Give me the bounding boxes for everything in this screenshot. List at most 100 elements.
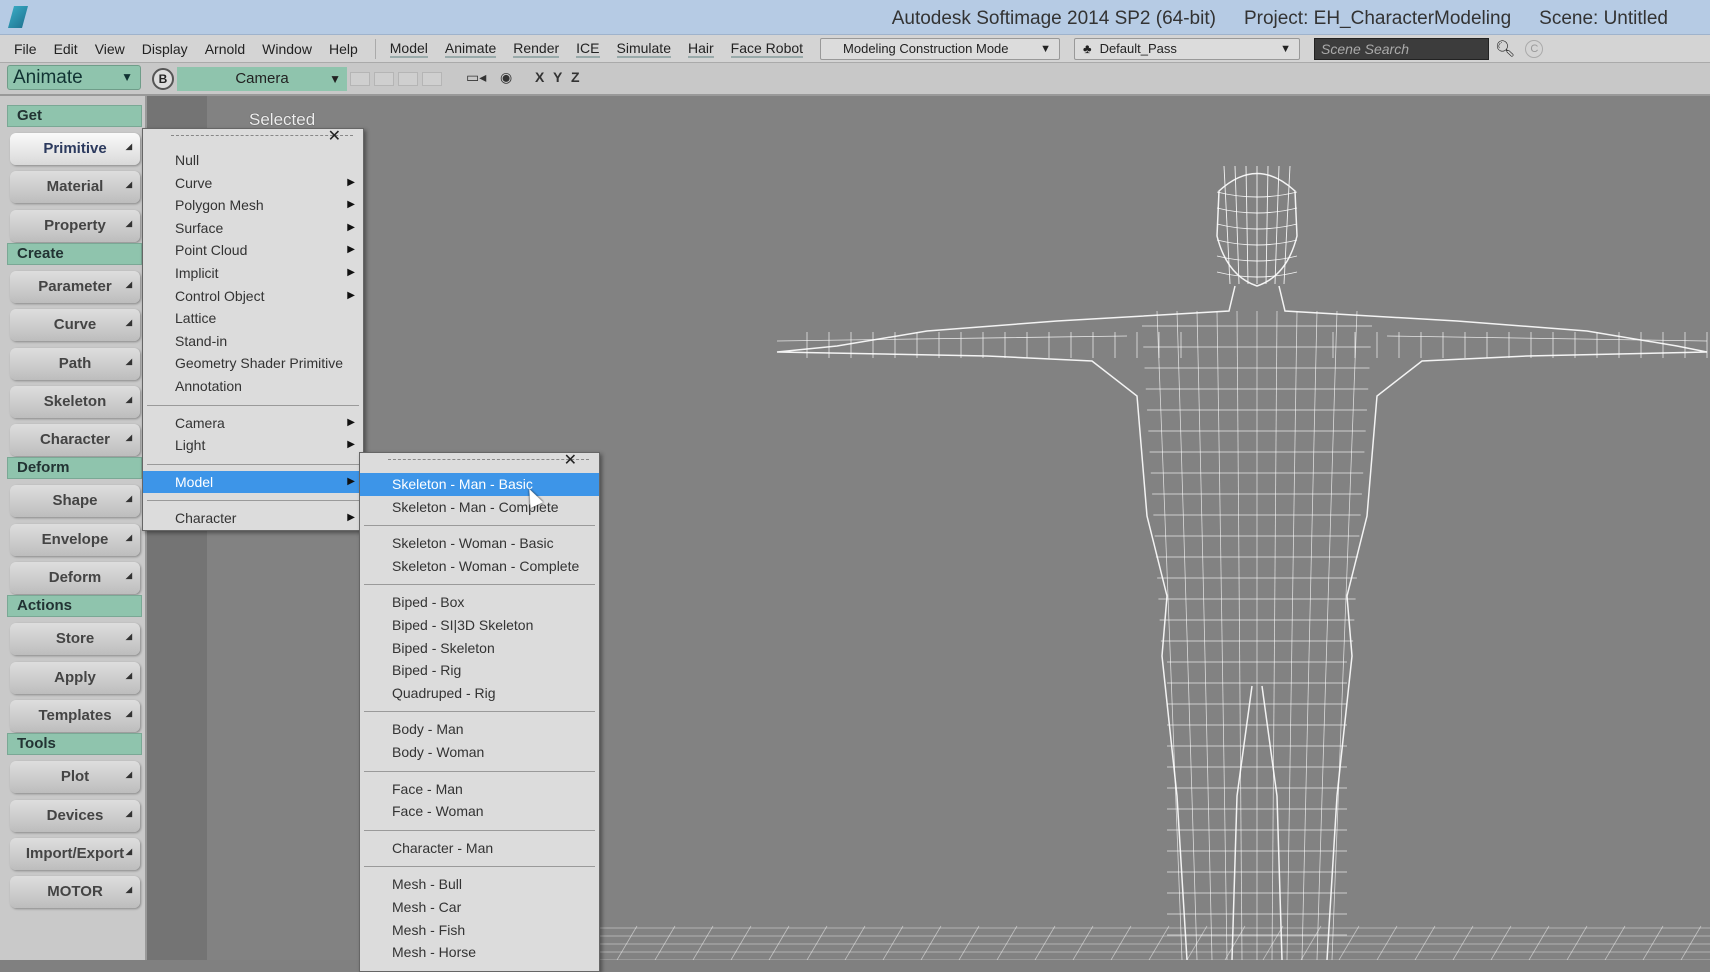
sidebar-button-property[interactable]: Property ◢ [10,209,140,242]
menu-item-polygon-mesh[interactable]: Polygon Mesh ▶ [143,194,363,217]
menu-item-implicit[interactable]: Implicit ▶ [143,262,363,285]
wireframe-line [1234,165,1240,285]
search-icon[interactable]: 🔍︎ [1495,39,1515,59]
wireframe-line [654,925,676,960]
sidebar-button-label: Skeleton [43,392,107,410]
menu-item-null[interactable]: Null [143,149,363,172]
toolbar-slot[interactable] [374,72,394,86]
menu-item-light[interactable]: Light ▶ [143,434,363,457]
corner-triangle-icon: ◢ [125,394,132,404]
clear-search-icon[interactable]: C [1525,39,1544,58]
menu-item-curve[interactable]: Curve ▶ [143,172,363,195]
menu-item-character-man[interactable]: Character - Man [360,837,599,860]
sidebar-button-plot[interactable]: Plot ◢ [10,761,140,794]
sidebar-button-import-export[interactable]: Import/Export ◢ [10,837,140,870]
menu-item-skeleton-woman-basic[interactable]: Skeleton - Woman - Basic [360,532,599,555]
pass-dropdown[interactable]: ♣ Default_Pass ▼ [1074,37,1301,60]
sidebar-button-deform[interactable]: Deform ◢ [10,562,140,594]
menu-item-surface[interactable]: Surface ▶ [143,217,363,240]
menu-item-skeleton-man-complete[interactable]: Skeleton - Man - Complete [360,496,599,519]
menu-item-body-man[interactable]: Body - Man [360,718,599,741]
sidebar-button-templates[interactable]: Templates ◢ [10,699,140,732]
menu-arnold[interactable]: Arnold [205,41,245,57]
sidebar-button-apply[interactable]: Apply ◢ [10,661,140,694]
menu-item-model[interactable]: Model ▶ [143,470,363,494]
axis-x-toggle[interactable]: X [535,69,544,85]
toolbar-slot[interactable] [422,72,442,86]
sidebar-button-skeleton[interactable]: Skeleton ◢ [10,385,140,418]
menu-view[interactable]: View [95,41,125,57]
menu-item-label: Mesh - Bull [392,876,463,893]
menu-item-mesh-horse[interactable]: Mesh - Horse [360,941,599,964]
menu-item-mesh-car[interactable]: Mesh - Car [360,896,599,919]
menu-item-biped-rig[interactable]: Biped - Rig [360,659,599,682]
module-animate[interactable]: Animate [444,40,497,58]
sidebar-button-curve[interactable]: Curve ◢ [10,309,140,342]
menu-item-skeleton-woman-complete[interactable]: Skeleton - Woman - Complete [360,555,599,578]
menu-item-control-object[interactable]: Control Object ▶ [143,285,363,308]
toolbar-slot[interactable] [398,72,418,86]
video-camera-icon[interactable]: ▭◂ [466,69,486,86]
menu-item-geometry-shader-primitive[interactable]: Geometry Shader Primitive [143,352,363,375]
wireframe-line [768,925,790,960]
menu-item-point-cloud[interactable]: Point Cloud ▶ [143,239,363,262]
menu-file[interactable]: File [14,41,37,57]
scene-search-input[interactable]: Scene Search [1314,37,1490,60]
close-icon[interactable]: ✕ [564,453,577,470]
menu-item-biped-skeleton[interactable]: Biped - Skeleton [360,637,599,660]
menu-item-mesh-fish[interactable]: Mesh - Fish [360,919,599,942]
sidebar-button-devices[interactable]: Devices ◢ [10,799,140,832]
sidebar-button-motor[interactable]: MOTOR ◢ [10,876,140,909]
menu-item-skeleton-man-basic[interactable]: Skeleton - Man - Basic [360,473,599,496]
menu-item-biped-box[interactable]: Biped - Box [360,591,599,614]
menu-edit[interactable]: Edit [54,41,78,57]
corner-triangle-icon: ◢ [125,494,132,504]
sidebar-button-primitive[interactable]: Primitive ◢ [10,133,140,165]
menu-item-lattice[interactable]: Lattice [143,307,363,330]
menu-separator [364,770,595,772]
menu-item-biped-si-3d-skeleton[interactable]: Biped - SI|3D Skeleton [360,614,599,637]
module-ice[interactable]: ICE [576,40,600,58]
axis-z-toggle[interactable]: Z [571,69,580,85]
module-simulate[interactable]: Simulate [616,40,671,58]
axis-y-toggle[interactable]: Y [553,69,562,85]
sidebar-button-shape[interactable]: Shape ◢ [10,485,140,518]
menu-separator [364,584,595,586]
corner-triangle-icon: ◢ [125,433,132,443]
menu-item-body-woman[interactable]: Body - Woman [360,741,599,764]
menu-item-camera[interactable]: Camera ▶ [143,412,363,435]
corner-triangle-icon: ◢ [125,318,132,328]
menu-help[interactable]: Help [329,41,358,57]
sidebar-button-path[interactable]: Path ◢ [10,347,140,380]
module-hair[interactable]: Hair [687,40,714,58]
submenu-arrow-icon: ▶ [347,512,355,524]
menu-item-face-man[interactable]: Face - Man [360,778,599,801]
sidebar-button-label: MOTOR [47,883,103,901]
camera-b-button[interactable]: B [152,68,174,90]
menu-item-stand-in[interactable]: Stand-in [143,330,363,353]
menu-item-annotation[interactable]: Annotation [143,375,363,398]
sidebar-button-parameter[interactable]: Parameter ◢ [10,270,140,303]
sidebar-button-character[interactable]: Character ◢ [10,424,140,457]
construction-mode-dropdown[interactable]: Modeling Construction Mode ▼ [820,37,1061,60]
sidebar-button-material[interactable]: Material ◢ [10,171,140,204]
menu-item-character[interactable]: Character ▶ [143,507,363,530]
menu-item-quadruped-rig[interactable]: Quadruped - Rig [360,682,599,705]
camera-dropdown[interactable]: Camera ▼ [177,67,347,91]
tear-off-handle[interactable]: ✕ [388,453,589,473]
module-render[interactable]: Render [513,40,560,58]
sidebar-button-store[interactable]: Store ◢ [10,623,140,656]
sidebar-button-envelope[interactable]: Envelope ◢ [10,523,140,556]
menu-item-face-woman[interactable]: Face - Woman [360,800,599,823]
eye-icon[interactable]: ◉ [500,69,512,86]
module-model[interactable]: Model [389,40,428,58]
corner-triangle-icon: ◢ [125,885,132,895]
menu-window[interactable]: Window [262,41,312,57]
toolbar-slot[interactable] [350,72,370,86]
menu-display[interactable]: Display [142,41,188,57]
menu-item-mesh-bull[interactable]: Mesh - Bull [360,873,599,896]
module-face-robot[interactable]: Face Robot [730,40,804,58]
tear-off-handle[interactable]: ✕ [171,128,353,149]
close-icon[interactable]: ✕ [328,126,341,146]
toolbar-mode-dropdown[interactable]: Animate ▼ [7,65,141,90]
